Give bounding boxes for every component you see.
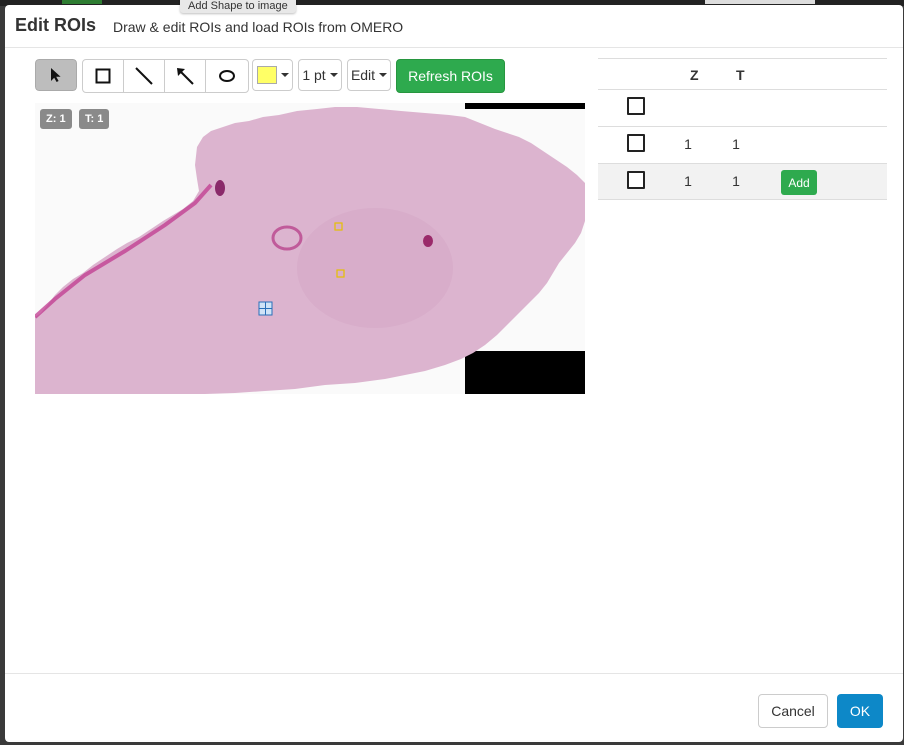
ok-button[interactable]: OK [837,694,883,728]
ellipse-tool-button[interactable] [206,60,247,92]
image-black-band-bottom [465,351,585,394]
stroke-width-select[interactable]: 1 pt [298,59,342,91]
rectangle-icon [95,68,111,84]
t-column-header: T [736,67,745,83]
edit-menu-button[interactable]: Edit [347,59,391,91]
arrow-icon [177,68,194,85]
chevron-down-icon [280,73,289,77]
row-t-value: 1 [732,173,740,189]
color-swatch [256,66,277,84]
row-z-value: 1 [684,173,692,189]
stroke-width-label: 1 pt [302,67,326,83]
table-row[interactable]: 1 1 [598,126,887,163]
add-shape-tooltip: Add Shape to image [180,0,296,13]
tissue-image [35,103,585,394]
t-badge: T: 1 [79,109,110,129]
roi-grid-marker [258,301,273,316]
cancel-button[interactable]: Cancel [758,694,828,728]
arrow-tool-button[interactable] [165,60,206,92]
background-green-element [62,0,102,4]
dialog-header: Edit ROIs Draw & edit ROIs and load ROIs… [5,5,903,48]
row-t-value: 1 [732,136,740,152]
dialog-title: Edit ROIs [15,15,97,35]
color-picker-button[interactable] [252,59,293,91]
dialog-footer: Cancel OK [5,673,903,743]
chevron-down-icon [329,73,338,77]
line-tool-button[interactable] [124,60,165,92]
table-row[interactable] [598,89,887,126]
line-icon [135,67,153,85]
dialog-subtitle: Draw & edit ROIs and load ROIs from OMER… [113,19,404,35]
pointer-icon [51,68,61,82]
row-checkbox[interactable] [627,171,645,189]
chevron-down-icon [379,73,388,77]
refresh-rois-button[interactable]: Refresh ROIs [396,59,505,93]
z-badge: Z: 1 [40,109,72,129]
roi-table: Z T 1 1 1 1 Add [598,58,887,200]
rectangle-tool-button[interactable] [83,60,124,92]
tissue-dark-spot [215,180,225,196]
table-row[interactable]: 1 1 Add [598,163,887,200]
row-z-value: 1 [684,136,692,152]
row-checkbox[interactable] [627,134,645,152]
select-tool-button[interactable] [35,59,77,91]
tissue-dark-spot-2 [423,235,433,247]
tissue-nodule [297,208,453,328]
ellipse-icon [218,70,235,82]
shape-tools-group [82,59,249,93]
edit-rois-dialog: Add Shape to image Edit ROIs Draw & edit… [5,0,903,743]
background-white-element [705,0,815,4]
add-shape-button[interactable]: Add [781,170,817,195]
select-tool-group [35,59,77,91]
image-viewer[interactable]: Z: 1 T: 1 [35,103,585,394]
edit-menu-label: Edit [350,67,376,83]
row-checkbox[interactable] [627,97,645,115]
image-black-band-top [465,103,585,109]
roi-table-header: Z T [598,58,887,89]
z-column-header: Z [690,67,699,83]
